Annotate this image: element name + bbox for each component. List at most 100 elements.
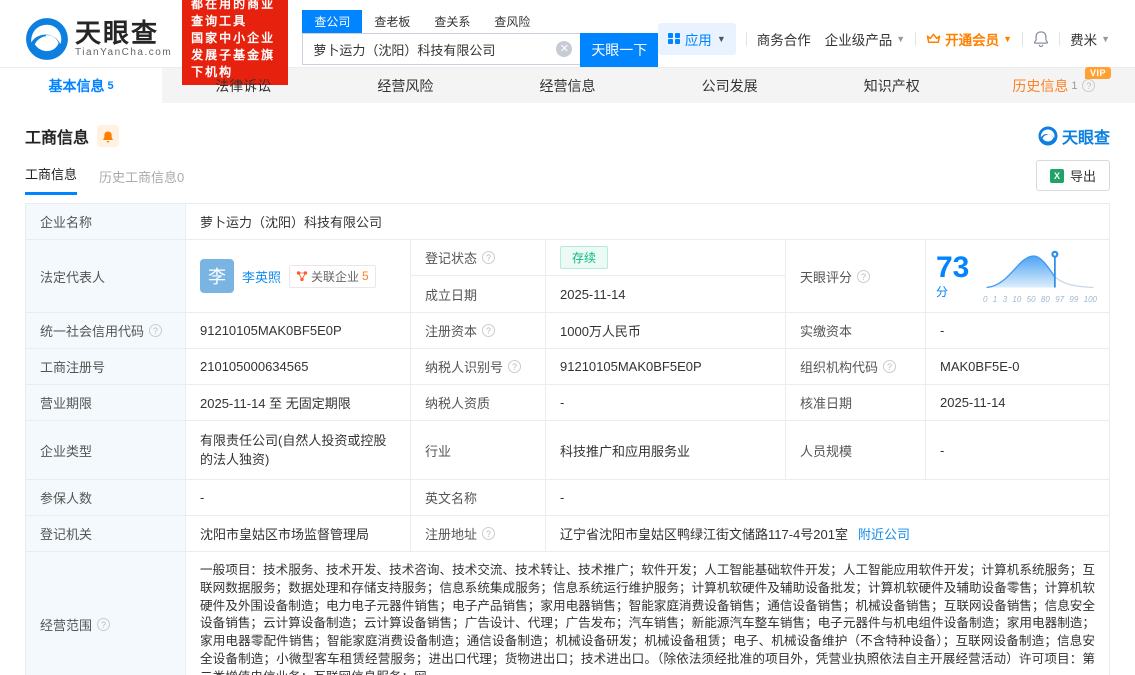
slogan-line1: 都在用的商业查询工具 xyxy=(191,0,279,30)
username: 费米 xyxy=(1070,29,1097,49)
field-label: 参保人数 xyxy=(26,480,186,515)
main-content: 工商信息 天眼查 工商信息 历史工商信息0 X 导出 企业名称 萝卜运力（沈阳）… xyxy=(0,124,1135,675)
export-label: 导出 xyxy=(1070,166,1096,185)
help-icon[interactable]: ? xyxy=(482,527,495,540)
chevron-down-icon: ▼ xyxy=(1101,34,1110,44)
notifications-bell-icon[interactable] xyxy=(1033,30,1049,47)
nearby-companies-link[interactable]: 附近公司 xyxy=(858,524,910,543)
score-unit: 分 xyxy=(936,285,948,299)
nav-apps-label: 应用 xyxy=(685,29,712,49)
tab-history-info[interactable]: VIP 历史信息 1 ? xyxy=(973,68,1135,103)
legal-rep-cell: 李 李英照 关联企业 5 xyxy=(186,240,411,312)
field-label: 登记状态? xyxy=(411,240,546,276)
taxpayer-quality-value: - xyxy=(546,385,786,420)
tab-count: 5 xyxy=(108,80,114,92)
nav-enterprise[interactable]: 企业级产品 ▼ xyxy=(825,29,905,49)
field-label: 纳税人资质 xyxy=(411,385,546,420)
search-button[interactable]: 天眼一下 xyxy=(580,33,658,67)
logo-title: 天眼查 xyxy=(75,19,172,47)
tab-label: 经营风险 xyxy=(377,76,433,96)
field-label: 企业名称 xyxy=(26,204,186,239)
field-label: 注册地址? xyxy=(411,516,546,551)
table-row: 营业期限 2025-11-14 至 无固定期限 纳税人资质 - 核准日期 202… xyxy=(26,385,1109,421)
score-value: 73 xyxy=(936,251,969,284)
search-tab-risk[interactable]: 查风险 xyxy=(482,10,542,33)
approval-date-value: 2025-11-14 xyxy=(926,385,1109,420)
tab-intellectual-property[interactable]: 知识产权 xyxy=(811,68,973,103)
help-icon[interactable]: ? xyxy=(482,324,495,337)
search-input[interactable] xyxy=(302,33,580,65)
watermark-text: 天眼查 xyxy=(1062,124,1110,148)
legal-rep-link[interactable]: 李英照 xyxy=(242,267,281,286)
staff-size-value: - xyxy=(926,421,1109,479)
score-cell[interactable]: 73分 0131050809799100 xyxy=(926,240,1109,312)
top-header: 天眼查 TianYanCha.com 都在用的商业查询工具 国家中小企业发展子基… xyxy=(0,0,1135,68)
field-label: 企业类型 xyxy=(26,421,186,479)
tab-label: 公司发展 xyxy=(702,76,758,96)
search-tab-company[interactable]: 查公司 xyxy=(302,10,362,33)
field-label: 注册资本? xyxy=(411,313,546,348)
tab-operating-risk[interactable]: 经营风险 xyxy=(324,68,486,103)
table-row: 法定代表人 李 李英照 关联企业 5 登记状态? 存续 成立日期 2025-11… xyxy=(26,240,1109,313)
divider xyxy=(1059,32,1060,46)
tab-basic-info[interactable]: 基本信息 5 xyxy=(0,68,162,103)
subtab-business-registration[interactable]: 工商信息 xyxy=(25,164,77,195)
divider xyxy=(746,32,747,46)
nav-apps[interactable]: 应用 ▼ xyxy=(658,23,735,55)
tab-label: 法律诉讼 xyxy=(215,76,271,96)
tianyancha-logo-icon[interactable] xyxy=(25,17,69,61)
help-icon[interactable]: ? xyxy=(883,360,896,373)
export-button[interactable]: X 导出 xyxy=(1036,160,1110,191)
divider xyxy=(915,32,916,46)
search-area: 查公司 查老板 查关系 查风险 ✕ 天眼一下 xyxy=(302,10,658,67)
credit-code-value: 91210105MAK0BF5E0P xyxy=(186,313,411,348)
company-type-value: 有限责任公司(自然人投资或控股的法人独资) xyxy=(186,421,411,479)
industry-value: 科技推广和应用服务业 xyxy=(546,421,786,479)
reg-status-cell: 存续 xyxy=(546,240,786,276)
help-icon[interactable]: ? xyxy=(482,251,495,264)
reg-authority-value: 沈阳市皇姑区市场监督管理局 xyxy=(186,516,411,551)
help-icon[interactable]: ? xyxy=(857,270,870,283)
company-name-value: 萝卜运力（沈阳）科技有限公司 xyxy=(186,204,1109,239)
help-icon[interactable]: ? xyxy=(149,324,162,337)
chevron-down-icon: ▼ xyxy=(717,34,726,44)
table-row: 经营范围? 一般项目：技术服务、技术开发、技术咨询、技术交流、技术转让、技术推广… xyxy=(26,552,1109,675)
field-label: 登记机关 xyxy=(26,516,186,551)
tab-count: 1 xyxy=(1071,80,1077,92)
top-nav: 应用 ▼ 商务合作 企业级产品 ▼ 开通会员 ▼ 费米 ▼ xyxy=(658,23,1110,55)
tianyancha-logo[interactable]: 天眼查 TianYanCha.com xyxy=(75,19,172,58)
nav-vip-label: 开通会员 xyxy=(945,29,999,49)
nav-open-vip[interactable]: 开通会员 ▼ xyxy=(926,29,1012,49)
field-label: 核准日期 xyxy=(786,385,926,420)
table-row: 企业名称 萝卜运力（沈阳）科技有限公司 xyxy=(26,204,1109,240)
search-tab-relation[interactable]: 查关系 xyxy=(422,10,482,33)
tab-business-info[interactable]: 经营信息 xyxy=(486,68,648,103)
nav-cooperation[interactable]: 商务合作 xyxy=(757,29,811,49)
table-row: 工商注册号 210105000634565 纳税人识别号? 91210105MA… xyxy=(26,349,1109,385)
help-icon[interactable]: ? xyxy=(1082,79,1095,92)
help-icon[interactable]: ? xyxy=(97,618,110,631)
tianyancha-watermark: 天眼查 xyxy=(1038,124,1110,148)
reg-address-cell: 辽宁省沈阳市皇姑区鸭绿江街文储路117-4号201室 附近公司 xyxy=(546,516,1109,551)
vip-badge: VIP xyxy=(1085,67,1111,79)
related-companies-badge[interactable]: 关联企业 5 xyxy=(289,265,376,288)
field-label: 行业 xyxy=(411,421,546,479)
business-scope-value: 一般项目：技术服务、技术开发、技术咨询、技术交流、技术转让、技术推广；软件开发；… xyxy=(186,552,1109,675)
tab-company-development[interactable]: 公司发展 xyxy=(649,68,811,103)
excel-icon: X xyxy=(1050,169,1064,183)
nav-user-menu[interactable]: 费米 ▼ xyxy=(1070,29,1110,49)
tab-label: 知识产权 xyxy=(864,76,920,96)
field-label: 人员规模 xyxy=(786,421,926,479)
status-badge: 存续 xyxy=(560,246,608,269)
subscribe-bell-icon[interactable] xyxy=(97,125,119,147)
avatar[interactable]: 李 xyxy=(200,259,234,293)
subtab-history-registration[interactable]: 历史工商信息0 xyxy=(99,167,184,195)
tab-legal-litigation[interactable]: 法律诉讼 xyxy=(162,68,324,103)
table-row: 登记机关 沈阳市皇姑区市场监督管理局 注册地址? 辽宁省沈阳市皇姑区鸭绿江街文储… xyxy=(26,516,1109,552)
apps-grid-icon xyxy=(668,33,680,45)
help-icon[interactable]: ? xyxy=(508,360,521,373)
reg-capital-value: 1000万人民币 xyxy=(546,313,786,348)
search-tab-boss[interactable]: 查老板 xyxy=(362,10,422,33)
related-label: 关联企业 xyxy=(311,268,359,285)
score-axis: 0131050809799100 xyxy=(981,295,1099,304)
